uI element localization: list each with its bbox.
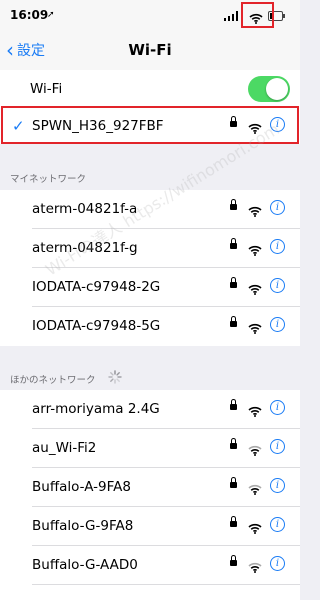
status-wifi-highlight-box <box>241 2 274 28</box>
navigation-bar: ‹ 設定 Wi-Fi <box>0 30 300 71</box>
info-icon[interactable]: i <box>270 400 285 415</box>
wifi-signal-icon <box>248 519 262 538</box>
network-row[interactable]: IODATA-c97948-2G i <box>0 268 300 307</box>
wifi-signal-icon <box>248 558 262 577</box>
lock-icon <box>230 438 237 449</box>
lock-icon <box>230 477 237 488</box>
network-name: aterm-04821f-a <box>32 201 138 217</box>
network-name: Buffalo-G-AAD0 <box>32 557 138 573</box>
lock-icon <box>230 277 237 288</box>
checkmark-icon: ✓ <box>12 117 25 135</box>
wifi-toggle-label: Wi-Fi <box>30 81 63 97</box>
current-network-row[interactable]: ✓ SPWN_H36_927FBF i <box>0 107 300 144</box>
wifi-toggle-switch[interactable] <box>248 76 290 102</box>
other-networks-header: ほかのネットワーク <box>10 375 96 386</box>
info-icon[interactable]: i <box>270 117 285 132</box>
lock-icon <box>230 399 237 410</box>
info-icon[interactable]: i <box>270 439 285 454</box>
network-name: Buffalo-A-9FA8 <box>32 479 131 495</box>
info-icon[interactable]: i <box>270 239 285 254</box>
info-icon[interactable]: i <box>270 200 285 215</box>
info-icon[interactable]: i <box>270 278 285 293</box>
wifi-signal-icon <box>248 480 262 499</box>
lock-icon <box>230 555 237 566</box>
wifi-signal-icon <box>248 319 262 338</box>
page-title: Wi-Fi <box>128 41 172 59</box>
network-row[interactable]: au_Wi-Fi2 i <box>0 429 300 468</box>
network-row[interactable]: arr-moriyama 2.4G i <box>0 390 300 429</box>
wifi-signal-icon <box>248 241 262 260</box>
info-icon[interactable]: i <box>270 556 285 571</box>
location-arrow-icon: ➚ <box>47 10 55 20</box>
my-networks-header: マイネットワーク <box>10 174 87 185</box>
lock-icon <box>230 199 237 210</box>
loading-spinner-icon <box>108 369 122 388</box>
network-name: aterm-04821f-g <box>32 240 138 256</box>
info-icon[interactable]: i <box>270 317 285 332</box>
network-row[interactable]: aterm-04821f-g i <box>0 229 300 268</box>
network-row[interactable]: Buffalo-A-9FA8 i <box>0 468 300 507</box>
wifi-signal-icon <box>248 280 262 299</box>
network-name: Buffalo-G-9FA8 <box>32 518 134 534</box>
network-name: IODATA-c97948-5G <box>32 318 161 334</box>
wifi-signal-icon <box>248 119 262 138</box>
network-row[interactable]: Buffalo-G-9FA8 i <box>0 507 300 546</box>
lock-icon <box>230 316 237 327</box>
lock-icon <box>230 238 237 249</box>
wifi-signal-icon <box>248 202 262 221</box>
lock-icon <box>230 116 237 127</box>
info-icon[interactable]: i <box>270 478 285 493</box>
network-name: au_Wi-Fi2 <box>32 440 97 456</box>
wifi-signal-icon <box>248 402 262 421</box>
lock-icon <box>230 516 237 527</box>
network-row[interactable]: Buffalo-G-AAD0 i <box>0 546 300 585</box>
network-row[interactable]: IODATA-c97948-5G i <box>0 307 300 346</box>
network-name: IODATA-c97948-2G <box>32 279 161 295</box>
wifi-toggle-row: Wi-Fi <box>0 70 300 109</box>
info-icon[interactable]: i <box>270 517 285 532</box>
cellular-signal-icon <box>224 11 238 21</box>
wifi-signal-icon <box>248 441 262 460</box>
network-row[interactable]: aterm-04821f-a i <box>0 190 300 229</box>
network-name: arr-moriyama 2.4G <box>32 401 160 417</box>
status-bar: 16:09 ➚ <box>0 0 300 30</box>
current-network-name: SPWN_H36_927FBF <box>32 118 164 134</box>
toggle-knob <box>266 78 288 100</box>
network-row-partial[interactable] <box>0 585 300 600</box>
status-time: 16:09 <box>10 8 49 22</box>
